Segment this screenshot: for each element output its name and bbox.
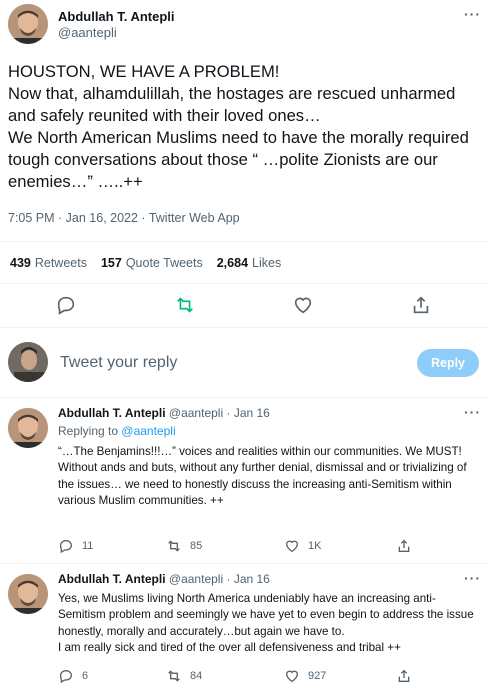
reply-text: “…The Benjamins!!!…” voices and realitie… [58, 445, 467, 508]
like-count: 1K [308, 540, 322, 552]
reply-tweet[interactable]: Abdullah T. Antepli @aantepli · Jan 16 ·… [0, 564, 488, 688]
like-icon[interactable] [292, 294, 314, 316]
author-handle[interactable]: @aantepli [58, 25, 117, 40]
avatar[interactable] [8, 4, 48, 44]
like-count: 927 [308, 670, 327, 682]
divider [0, 283, 488, 284]
replying-handle-link[interactable]: @aantepli [121, 424, 175, 438]
reply-count: 11 [82, 540, 94, 552]
reply-input[interactable]: Tweet your reply [60, 354, 177, 372]
like-icon [285, 540, 299, 553]
avatar[interactable] [8, 574, 48, 614]
like-action[interactable]: 1K [284, 538, 321, 554]
share-icon [398, 669, 410, 682]
author-name[interactable]: Abdullah T. Antepli [58, 572, 166, 586]
reply-action[interactable]: 11 [58, 538, 93, 554]
author-handle[interactable]: @aantepli [169, 406, 223, 420]
retweet-action[interactable]: 84 [166, 668, 202, 684]
reply-count: 6 [82, 670, 89, 682]
share-action[interactable] [396, 668, 412, 684]
reply-action[interactable]: 6 [58, 668, 88, 684]
author-name[interactable]: Abdullah T. Antepli [58, 9, 175, 24]
tweet-actions [0, 290, 488, 320]
avatar[interactable] [8, 342, 48, 382]
quotes-stat[interactable]: 157 Quote Tweets [101, 256, 203, 270]
reply-text: Yes, we Muslims living North America und… [58, 592, 474, 655]
separator: · [226, 572, 231, 586]
retweet-count: 84 [190, 670, 203, 682]
share-icon[interactable] [410, 294, 432, 316]
like-icon [285, 670, 299, 683]
divider [0, 327, 488, 328]
quotes-count: 157 [100, 256, 122, 270]
likes-count: 2,684 [216, 256, 249, 270]
reply-actions: 6 84 927 [58, 668, 478, 688]
separator: · [226, 406, 231, 420]
reply-actions: 11 85 1K [58, 538, 478, 558]
more-icon[interactable]: ··· [464, 6, 481, 22]
likes-label: Likes [252, 256, 282, 270]
more-icon[interactable]: ··· [464, 404, 481, 420]
reply-icon[interactable] [55, 294, 77, 316]
retweet-icon[interactable] [174, 294, 196, 316]
reply-header: Abdullah T. Antepli @aantepli · Jan 16 [58, 572, 270, 586]
reply-tweet[interactable]: Abdullah T. Antepli @aantepli · Jan 16 ·… [0, 398, 488, 560]
replying-to: Replying to @aantepli [58, 424, 176, 438]
share-icon [398, 539, 410, 552]
tweet-meta[interactable]: 7:05 PM · Jan 16, 2022 · Twitter Web App [8, 211, 240, 225]
replying-prefix: Replying to [58, 424, 119, 438]
reply-icon [59, 539, 73, 554]
retweets-count: 439 [10, 256, 31, 270]
retweet-icon [168, 670, 180, 682]
tweet-text: HOUSTON, WE HAVE A PROBLEM! Now that, al… [8, 62, 469, 191]
reply-composer: Tweet your reply Reply [0, 337, 488, 393]
likes-stat[interactable]: 2,684 Likes [217, 256, 281, 270]
retweet-count: 85 [190, 540, 203, 552]
author-handle[interactable]: @aantepli [169, 572, 223, 586]
tweet-date[interactable]: Jan 16 [234, 572, 270, 586]
divider [0, 241, 488, 242]
like-action[interactable]: 927 [284, 668, 326, 684]
quotes-label: Quote Tweets [125, 256, 203, 270]
retweets-label: Retweets [34, 256, 87, 270]
reply-button[interactable]: Reply [417, 349, 479, 377]
retweet-action[interactable]: 85 [166, 538, 202, 554]
avatar[interactable] [8, 408, 48, 448]
retweet-icon [168, 540, 180, 552]
reply-header: Abdullah T. Antepli @aantepli · Jan 16 [58, 406, 270, 420]
share-action[interactable] [396, 538, 412, 554]
author-name[interactable]: Abdullah T. Antepli [58, 406, 166, 420]
reply-icon [59, 669, 73, 684]
tweet-stats: 439 Retweets 157 Quote Tweets 2,684 Likes [10, 256, 295, 270]
retweets-stat[interactable]: 439 Retweets [10, 256, 87, 270]
more-icon[interactable]: ··· [464, 570, 481, 586]
tweet-date[interactable]: Jan 16 [234, 406, 270, 420]
